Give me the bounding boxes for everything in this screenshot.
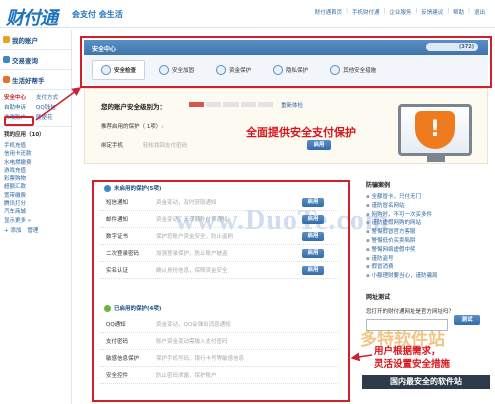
sidebar-item-payment[interactable]: 支付方式	[36, 93, 62, 101]
sidebar-item-security-center[interactable]: 安全中心	[4, 93, 30, 101]
sidebar-item-spend[interactable]: 随便花	[36, 113, 62, 121]
search-icon	[3, 56, 10, 63]
enable-button[interactable]: 启用	[302, 231, 324, 241]
annotation-text: 用户根据需求， 灵活设置安全措施	[374, 346, 451, 370]
fraud-cases-title: 防骗案例	[366, 182, 391, 189]
enable-phone-button[interactable]: 启用	[307, 140, 331, 150]
recommend-label: 推荐启用的保护（ 1项）:	[101, 124, 164, 130]
monitor-illustration: !	[398, 104, 472, 162]
bind-phone-label: 绑定手机	[101, 143, 124, 149]
url-test-question: 您打开的财付通网址是官方网址吗？	[366, 309, 455, 315]
security-center-highlight	[4, 116, 34, 126]
brand-watermark-sub: 国内最安全的软件站	[362, 375, 490, 389]
slogan: 会支付 会生活	[72, 10, 123, 19]
level-segment	[223, 102, 239, 107]
case-link[interactable]: 谨防冒名网站	[366, 202, 486, 211]
sidebar-item-qq-wallet[interactable]: QQ钱包	[36, 103, 62, 111]
app-item[interactable]: 手机充值	[4, 142, 67, 150]
url-test-title: 网址测试	[366, 294, 391, 301]
app-item[interactable]: 水电燃缴费	[4, 159, 67, 167]
add-app-button[interactable]: + 添加	[4, 227, 21, 235]
case-link[interactable]: 小额理财要当心，谨防骗局	[366, 272, 486, 281]
level-segment	[206, 102, 222, 107]
enabled-title: 已启用的保护(4项)	[104, 304, 161, 312]
case-link[interactable]: 网购时，不可一次买多件	[366, 211, 486, 220]
url-test-button[interactable]: 测试	[454, 315, 480, 325]
logo[interactable]: 财付通	[6, 4, 58, 30]
top-bar: 财付通 会支付 会生活 财付通首页 | 手机财付通 | 企业服务 | 反馈建议 | 帮助…	[0, 0, 495, 28]
banner-slogan: 全面提供安全支付保护	[246, 127, 356, 139]
life-icon	[3, 76, 10, 83]
sidebar-item-life[interactable]: 生活好帮手	[0, 70, 71, 90]
sidebar-item-transactions[interactable]: 交易查询	[0, 50, 71, 70]
top-links: 财付通首页 | 手机财付通 | 企业服务 | 反馈建议 | 帮助 | 退出	[314, 8, 485, 16]
arrow-to-list	[350, 352, 373, 362]
not-enabled-title: 未启用的保护(5项)	[104, 184, 161, 192]
bind-phone-desc: 轻松找回支付密码	[143, 143, 188, 149]
case-link[interactable]: 警惕假冒官方客服	[366, 228, 486, 237]
show-more-link[interactable]: 显示更多 »	[4, 217, 67, 225]
protection-row: 支付密码 账户资金变动需输入支付密码	[100, 333, 338, 350]
top-link-help[interactable]: 帮助	[453, 8, 464, 16]
level-segment	[189, 102, 205, 107]
protection-row: 短信通知 资金变动，及时获取通知 启用	[100, 194, 338, 211]
manage-apps-button[interactable]: 管理	[27, 227, 38, 235]
fraud-cases: 防骗案例 全额冒卡，只付无门 谨防冒名网站 网购时，不可一次买多件 谨防虚假网购…	[366, 180, 486, 281]
security-level-bar	[189, 102, 274, 107]
top-link-home[interactable]: 财付通首页	[315, 8, 343, 16]
protection-row: 实名认证 确认身份信息，保障资金安全 启用	[100, 262, 338, 279]
sidebar: 我的账户 交易查询 生活好帮手 安全中心 支付方式 自助申诉 QQ钱包 游戏账户…	[0, 30, 72, 404]
protection-row: QQ通知 资金变动，QQ会弹出消息通知	[100, 316, 338, 333]
sidebar-item-my-account[interactable]: 我的账户	[0, 30, 71, 50]
case-link[interactable]: 谨防虚假网购的网站	[366, 219, 486, 228]
sidebar-item-appeal[interactable]: 自助申诉	[4, 103, 30, 111]
app-item[interactable]: 汽车商城	[4, 208, 67, 216]
wallet-icon	[3, 36, 10, 43]
protection-row: 敏感信息保护 保护手机号码、银行卡号等敏感信息	[100, 350, 338, 367]
info-icon	[104, 184, 111, 192]
enable-button[interactable]: 启用	[302, 265, 324, 275]
app-item[interactable]: 超额汇款	[4, 183, 67, 191]
case-link[interactable]: 全额冒卡，只付无门	[366, 193, 486, 202]
tabs-highlight-box	[80, 36, 492, 88]
protection-row: 数字证书 保护您账户资金安全，防止盗刷 启用	[100, 228, 338, 245]
case-link[interactable]: 警惕网络虚假中奖	[366, 246, 486, 255]
enable-button[interactable]: 启用	[302, 214, 324, 224]
app-item[interactable]: 彩票购物	[4, 175, 67, 183]
top-link-business[interactable]: 企业服务	[389, 8, 411, 16]
app-item[interactable]: 腾讯打分	[4, 200, 67, 208]
case-link[interactable]: 警惕低价买卖陷阱	[366, 237, 486, 246]
security-level-label: 您的账户安全级别为：	[101, 103, 166, 111]
enable-button[interactable]: 启用	[302, 197, 324, 207]
top-link-feedback[interactable]: 反馈建议	[421, 8, 443, 16]
recheck-link[interactable]: 重新体检	[281, 101, 303, 109]
warning-shield-icon: !	[415, 111, 455, 149]
app-item[interactable]: 信用卡还款	[4, 150, 67, 158]
my-apps-list: 手机充值 信用卡还款 水电燃缴费 游戏充值 彩票购物 超额汇款 宽带缴费 腾讯打…	[0, 141, 71, 236]
case-link[interactable]: 假冒消费	[366, 263, 486, 272]
check-icon	[104, 304, 111, 312]
top-link-mobile[interactable]: 手机财付通	[352, 8, 380, 16]
level-segment	[257, 102, 274, 107]
case-link[interactable]: 谨防盗号	[366, 255, 486, 264]
app-item[interactable]: 宽带缴费	[4, 192, 67, 200]
level-segment	[240, 102, 256, 107]
enable-button[interactable]: 启用	[302, 248, 324, 258]
my-apps-title: 我的应用（10）	[0, 126, 71, 141]
protection-row: 安全控件 防止密码泄露，保护账户	[100, 367, 338, 384]
protection-row: 邮件通知 资金变动，无须额外付费通知 启用	[100, 211, 338, 228]
protection-row: 二次登录密码 加强登录保护，防止账户被盗 启用	[100, 245, 338, 262]
top-link-logout[interactable]: 退出	[474, 8, 485, 16]
app-item[interactable]: 游戏充值	[4, 167, 67, 175]
